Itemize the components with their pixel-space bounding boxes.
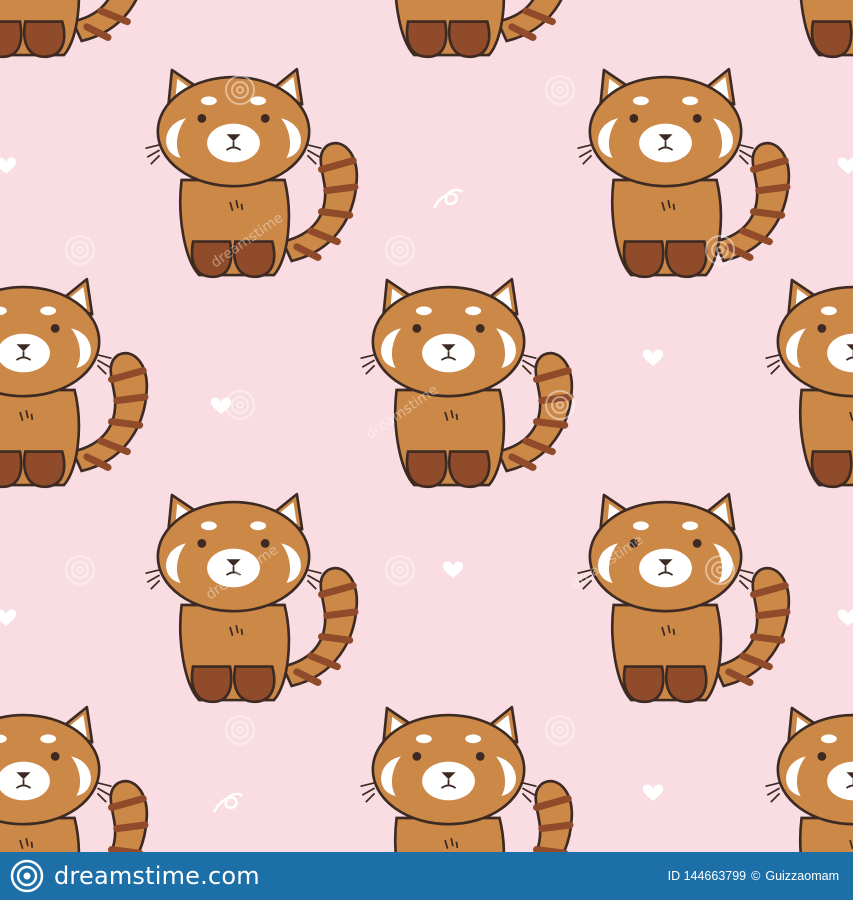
red-panda-pattern-artwork: dreamstime dreamstime dreamstime dreamst… [0,0,853,852]
stock-footer-bar: dreamstime.com ID 144663799 © Guizzaomam [0,852,853,900]
author-name: Guizzaomam [765,869,839,883]
image-id: ID 144663799 [667,869,747,883]
brand-text: dreamstime.com [54,862,260,890]
brand[interactable]: dreamstime.com [10,859,260,893]
copyright-symbol: © [751,869,761,883]
image-meta: ID 144663799 © Guizzaomam [668,869,839,883]
dreamstime-logo-icon [10,859,44,893]
